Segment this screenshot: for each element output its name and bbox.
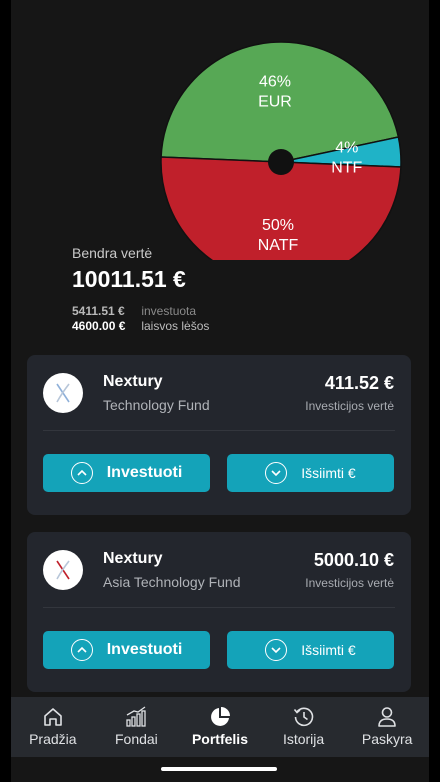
nav-item-history[interactable]: Istorija [262,697,346,757]
pie-percent-label: 50% [262,217,294,234]
user-icon [378,707,396,727]
fund-name: Nextury [103,550,163,567]
card-divider [43,430,395,431]
withdraw-button[interactable]: Išsiimti € [227,631,394,669]
growth-chart-icon [126,706,147,727]
invested-row: 5411.51 € investuota [72,304,196,318]
nav-item-account[interactable]: Paskyra [345,697,429,757]
invested-label: investuota [141,304,197,318]
pie-center-hole [268,149,294,175]
card-divider [43,607,395,608]
chevron-up-icon [70,462,93,484]
fund-card[interactable]: Nextury Asia Technology Fund 5000.10 € I… [27,532,411,692]
invest-button-label: Investuoti [106,641,183,658]
fund-logo-icon [43,373,83,413]
total-value-label: Bendra vertė [72,245,153,261]
free-funds-amount: 4600.00 € [72,319,126,333]
fund-logo-icon [43,550,83,590]
allocation-pie-chart: 46% EUR 4% NTF 50% NATF [160,41,402,260]
nav-home-label: Pradžia [29,731,77,747]
nav-funds-label: Fondai [114,731,158,747]
nav-item-home[interactable]: Pradžia [11,697,95,757]
fund-value-label: Investicijos vertė [305,576,394,590]
pie-percent-label: 4% [335,139,358,156]
pie-category-label: NATF [258,237,299,254]
free-funds-row: 4600.00 € laisvos lėšos [72,319,209,333]
fund-value: 5000.10 € [313,550,394,570]
invest-button[interactable]: Investuoti [43,454,210,492]
invested-amount: 5411.51 € [72,304,125,318]
invest-button-label: Investuoti [106,464,183,481]
withdraw-button-label: Išsiimti € [301,465,356,481]
pie-category-label: EUR [258,93,292,110]
pie-percent-label: 46% [259,73,291,90]
bottom-navigation: Pradžia Fondai Portfelis Istorija Paskyr… [11,697,429,757]
fund-subtitle: Asia Technology Fund [103,574,241,590]
fund-card[interactable]: Nextury Technology Fund 411.52 € Investi… [27,355,411,515]
total-value: 10011.51 € [72,266,186,292]
nav-history-label: Istorija [282,731,325,747]
nav-item-funds[interactable]: Fondai [95,697,179,757]
nav-account-label: Paskyra [361,731,413,747]
nav-item-portfolio[interactable]: Portfelis [178,697,262,757]
fund-value-label: Investicijos vertė [305,399,394,413]
pie-category-label: NTF [331,159,362,176]
nav-portfolio-label: Portfelis [191,731,248,747]
history-icon [293,707,313,727]
fund-subtitle: Technology Fund [103,397,210,413]
chevron-down-icon [265,462,288,484]
app-screen: 46% EUR 4% NTF 50% NATF Bendra vertė 10011.51… [11,0,429,782]
invest-button[interactable]: Investuoti [43,631,210,669]
chevron-down-icon [265,639,288,661]
withdraw-button-label: Išsiimti € [301,642,356,658]
home-indicator [161,767,277,771]
withdraw-button[interactable]: Išsiimti € [227,454,394,492]
fund-value: 411.52 € [324,373,394,393]
free-funds-label: laisvos lėšos [141,319,210,333]
home-icon [43,708,62,726]
fund-name: Nextury [103,373,163,390]
chevron-up-icon [70,639,93,661]
pie-chart-icon [211,707,230,726]
